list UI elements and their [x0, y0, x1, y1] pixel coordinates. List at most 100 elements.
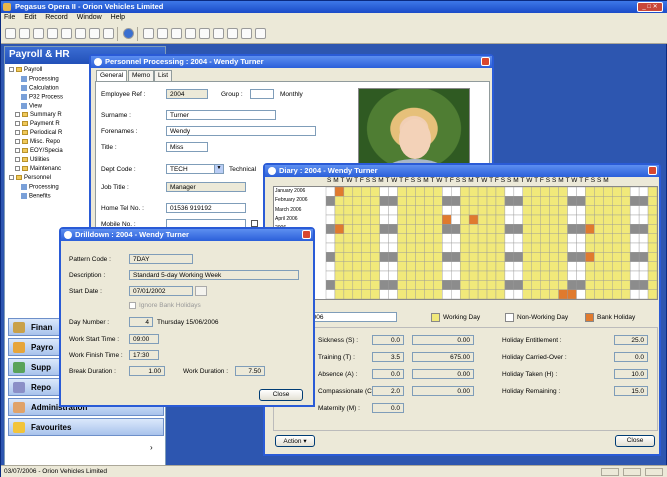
diary-day-cell[interactable] — [567, 252, 577, 262]
diary-day-cell[interactable] — [325, 280, 336, 290]
tree-item-calculation[interactable]: Calculation — [21, 85, 59, 92]
diary-day-cell[interactable] — [647, 196, 658, 206]
diary-day-cell[interactable] — [567, 242, 577, 253]
diary-day-cell[interactable] — [629, 280, 640, 290]
diary-day-cell[interactable] — [576, 252, 586, 262]
diary-day-cell[interactable] — [612, 261, 622, 272]
diary-day-cell[interactable] — [379, 233, 389, 244]
diary-day-cell[interactable] — [352, 205, 362, 216]
diary-day-cell[interactable] — [486, 214, 497, 225]
diary-day-cell[interactable] — [451, 289, 461, 300]
refresh-icon[interactable] — [103, 28, 114, 39]
diary-day-cell[interactable] — [522, 242, 532, 253]
diary-day-cell[interactable] — [442, 242, 452, 253]
diary-day-cell[interactable] — [647, 233, 658, 244]
diary-day-cell[interactable] — [504, 186, 515, 197]
diary-day-cell[interactable] — [343, 261, 354, 272]
diary-day-cell[interactable] — [352, 214, 362, 225]
checkbox[interactable] — [251, 220, 258, 227]
job-title-field[interactable]: Manager — [166, 182, 246, 192]
diary-day-cell[interactable] — [334, 242, 345, 253]
diary-day-cell[interactable] — [451, 252, 461, 262]
diary-day-cell[interactable] — [486, 280, 497, 290]
diary-day-cell[interactable] — [549, 280, 559, 290]
diary-day-cell[interactable] — [504, 242, 515, 253]
diary-day-cell[interactable] — [594, 252, 604, 262]
diary-day-cell[interactable] — [629, 233, 640, 244]
ignore-bank-holidays-checkbox[interactable] — [129, 302, 136, 309]
diary-day-cell[interactable] — [334, 186, 345, 197]
close-icon[interactable] — [481, 57, 490, 66]
diary-day-cell[interactable] — [513, 196, 524, 206]
diary-day-cell[interactable] — [477, 242, 488, 253]
diary-day-cell[interactable] — [388, 261, 398, 272]
diary-day-cell[interactable] — [334, 233, 345, 244]
diary-day-cell[interactable] — [638, 224, 649, 234]
diary-day-cell[interactable] — [603, 205, 613, 216]
settings-icon[interactable] — [255, 28, 266, 39]
diary-day-cell[interactable] — [495, 242, 506, 253]
diary-day-cell[interactable] — [397, 242, 407, 253]
globe-icon[interactable] — [185, 28, 196, 39]
diary-day-cell[interactable] — [647, 252, 658, 262]
tree-item-payroll[interactable]: Payroll — [9, 67, 42, 73]
diary-day-cell[interactable] — [388, 224, 398, 234]
diary-day-cell[interactable] — [459, 196, 470, 206]
diary-day-cell[interactable] — [647, 205, 658, 216]
diary-close-button[interactable]: Close — [615, 435, 655, 447]
diary-day-cell[interactable] — [513, 224, 524, 234]
diary-day-cell[interactable] — [495, 196, 506, 206]
diary-day-cell[interactable] — [638, 289, 649, 300]
diary-day-cell[interactable] — [513, 205, 524, 216]
menu-record[interactable]: Record — [45, 14, 68, 21]
diary-day-cell[interactable] — [576, 196, 586, 206]
diary-day-cell[interactable] — [504, 214, 515, 225]
diary-day-cell[interactable] — [603, 261, 613, 272]
diary-day-cell[interactable] — [424, 289, 434, 300]
diary-day-cell[interactable] — [504, 252, 515, 262]
diary-day-cell[interactable] — [459, 289, 470, 300]
diary-day-cell[interactable] — [334, 214, 345, 225]
diary-day-cell[interactable] — [415, 252, 425, 262]
diary-day-cell[interactable] — [558, 242, 568, 253]
diary-day-cell[interactable] — [442, 196, 452, 206]
diary-day-cell[interactable] — [585, 224, 595, 234]
diary-day-cell[interactable] — [361, 224, 371, 234]
edit-icon[interactable] — [199, 28, 210, 39]
diary-day-cell[interactable] — [522, 280, 532, 290]
diary-day-cell[interactable] — [647, 242, 658, 253]
diary-day-cell[interactable] — [468, 270, 479, 281]
diary-day-cell[interactable] — [612, 252, 622, 262]
diary-day-cell[interactable] — [531, 186, 541, 197]
chart-icon[interactable] — [213, 28, 224, 39]
tree-item-summary[interactable]: Summary R — [15, 112, 62, 118]
diary-day-cell[interactable] — [370, 205, 380, 216]
diary-day-cell[interactable] — [352, 242, 362, 253]
diary-day-cell[interactable] — [459, 252, 470, 262]
diary-day-cell[interactable] — [325, 233, 336, 244]
tree-item-maintenance[interactable]: Maintenanc — [15, 166, 61, 172]
tree-item-benefits[interactable]: Benefits — [21, 193, 51, 200]
diary-day-cell[interactable] — [442, 205, 452, 216]
tab-memo[interactable]: Memo — [128, 70, 155, 81]
diary-day-cell[interactable] — [388, 280, 398, 290]
diary-day-cell[interactable] — [567, 270, 577, 281]
diary-day-cell[interactable] — [513, 242, 524, 253]
diary-day-cell[interactable] — [477, 261, 488, 272]
diary-day-cell[interactable] — [495, 289, 506, 300]
diary-day-cell[interactable] — [370, 252, 380, 262]
diary-day-cell[interactable] — [388, 252, 398, 262]
diary-day-cell[interactable] — [451, 242, 461, 253]
diary-day-cell[interactable] — [388, 233, 398, 244]
diary-day-cell[interactable] — [451, 270, 461, 281]
diary-day-cell[interactable] — [325, 289, 336, 300]
diary-day-cell[interactable] — [397, 186, 407, 197]
diary-day-cell[interactable] — [513, 289, 524, 300]
diary-day-cell[interactable] — [576, 261, 586, 272]
diary-day-cell[interactable] — [334, 252, 345, 262]
title-field[interactable]: Miss — [166, 142, 208, 152]
diary-day-cell[interactable] — [459, 280, 470, 290]
diary-day-cell[interactable] — [576, 214, 586, 225]
diary-day-cell[interactable] — [343, 289, 354, 300]
tree-item-eoy[interactable]: EOY/Specia — [15, 148, 63, 154]
